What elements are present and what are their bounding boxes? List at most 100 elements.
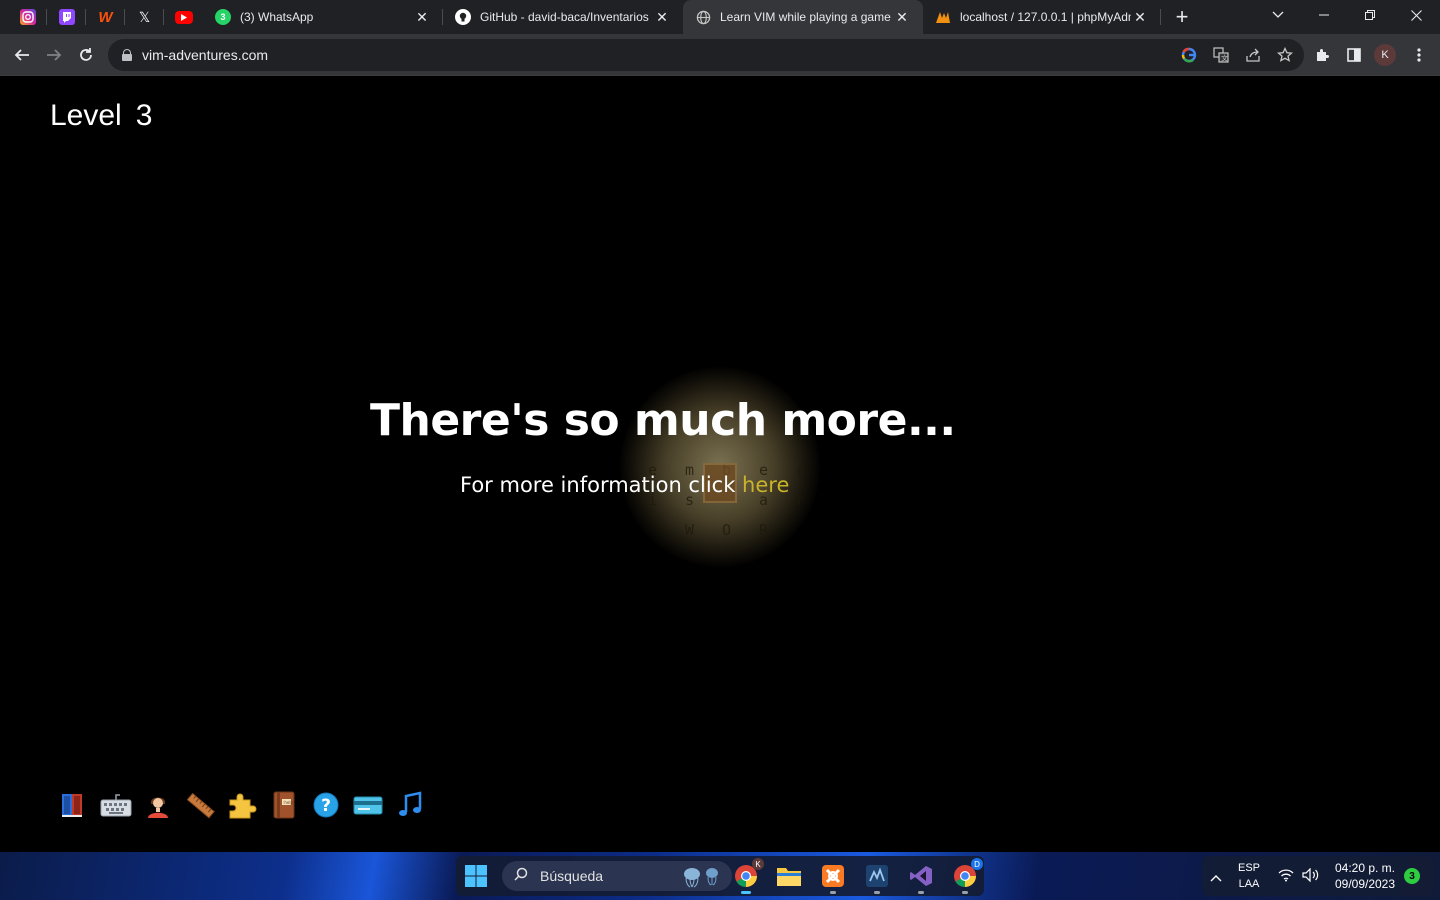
reload-button[interactable] <box>70 39 102 71</box>
visual-studio-icon[interactable] <box>907 862 935 894</box>
mysql-workbench-icon[interactable] <box>863 862 891 894</box>
music-icon[interactable] <box>394 789 426 821</box>
url-text[interactable]: vim-adventures.com <box>142 47 268 63</box>
profile-badge: D <box>971 858 983 870</box>
share-icon[interactable] <box>1242 44 1264 66</box>
person-icon[interactable] <box>142 789 174 821</box>
volume-icon[interactable] <box>1302 867 1320 887</box>
inventory-bar: :help ? <box>58 789 426 821</box>
pinned-tab-youtube[interactable] <box>164 0 203 34</box>
close-icon[interactable]: ✕ <box>1131 8 1149 26</box>
close-icon[interactable]: ✕ <box>653 8 671 26</box>
notification-badge[interactable]: 3 <box>1404 868 1420 884</box>
globe-icon <box>695 9 711 25</box>
game-page: Level3 e m b e r i s a r W O R There's s… <box>0 77 1440 852</box>
tab-strip: W 𝕏 3 (3) WhatsApp ✕ GitHub - david-baca… <box>0 0 1440 34</box>
menu-button[interactable] <box>1403 39 1435 71</box>
close-window-button[interactable] <box>1393 0 1439 30</box>
tab-vim-adventures[interactable]: Learn VIM while playing a game ✕ <box>683 0 923 34</box>
book-icon[interactable] <box>58 789 90 821</box>
language-indicator[interactable]: ESP LAA <box>1232 860 1266 892</box>
grid-cell: O <box>721 521 732 539</box>
puzzle-icon[interactable] <box>226 789 258 821</box>
side-panel-button[interactable] <box>1338 39 1370 71</box>
chrome-taskbar-k[interactable]: K <box>732 858 764 894</box>
language-top: ESP <box>1237 862 1260 874</box>
translate-icon[interactable]: 文 <box>1210 44 1232 66</box>
tab-title: localhost / 127.0.0.1 | phpMyAdm <box>960 10 1131 24</box>
pinned-tab-twitch[interactable] <box>47 0 86 34</box>
youtube-icon <box>174 10 193 24</box>
tab-title: GitHub - david-baca/Inventarios <box>480 10 649 24</box>
jellyfish-icon <box>678 864 724 893</box>
svg-text::help: :help <box>283 800 293 805</box>
extensions-button[interactable] <box>1306 39 1338 71</box>
help-icon[interactable]: ? <box>310 789 342 821</box>
card-icon[interactable] <box>352 789 384 821</box>
instagram-icon <box>19 9 36 25</box>
chevron-up-icon[interactable] <box>1210 869 1222 887</box>
tab-search-button[interactable] <box>1255 0 1301 30</box>
windows-taskbar: Búsqueda K D ESP LAA 04:20 p. m. 09/09/2… <box>0 852 1440 900</box>
close-icon[interactable]: ✕ <box>413 8 431 26</box>
level-indicator: Level 3 <box>50 99 166 133</box>
taskbar-apps: Búsqueda K D <box>456 856 984 896</box>
github-icon <box>455 9 471 25</box>
new-tab-button[interactable]: + <box>1170 4 1194 29</box>
clock-time: 04:20 p. m. <box>1334 861 1396 875</box>
browser-toolbar: vim-adventures.com 文 K <box>0 34 1440 76</box>
taskbar-search[interactable]: Búsqueda <box>502 861 732 891</box>
info-text: For more information click here <box>460 473 789 497</box>
grid-row: W O R <box>634 515 819 545</box>
wattpad-icon: W <box>98 8 113 26</box>
address-bar[interactable]: vim-adventures.com 文 <box>108 39 1304 71</box>
xampp-icon[interactable] <box>819 862 847 894</box>
pinned-tab-wattpad[interactable]: W <box>86 0 125 34</box>
forward-button[interactable] <box>38 39 70 71</box>
svg-text:?: ? <box>321 796 331 816</box>
language-bottom: LAA <box>1238 878 1260 890</box>
pinned-tab-instagram[interactable] <box>8 0 47 34</box>
bookmark-star-icon[interactable] <box>1274 44 1296 66</box>
start-button[interactable] <box>462 862 490 890</box>
level-number: 3 <box>135 99 153 132</box>
system-tray: ESP LAA 04:20 p. m. 09/09/2023 3 <box>1202 856 1434 896</box>
clock[interactable]: 04:20 p. m. 09/09/2023 <box>1330 860 1400 892</box>
grid-cell: R <box>758 521 769 539</box>
profile-avatar[interactable]: K <box>1374 44 1396 66</box>
search-placeholder: Búsqueda <box>540 868 604 884</box>
wifi-icon[interactable] <box>1278 868 1294 887</box>
file-explorer-icon[interactable] <box>775 862 803 890</box>
keyboard-icon[interactable] <box>100 789 132 821</box>
twitch-icon <box>58 9 75 25</box>
running-indicator <box>830 891 836 894</box>
minimize-button[interactable] <box>1301 0 1347 30</box>
close-icon[interactable]: ✕ <box>893 8 911 26</box>
tab-github[interactable]: GitHub - david-baca/Inventarios ✕ <box>443 0 683 34</box>
chrome-taskbar-d[interactable]: D <box>951 858 983 894</box>
restore-button[interactable] <box>1347 0 1393 30</box>
running-indicator <box>918 891 924 894</box>
tome-icon[interactable]: :help <box>268 789 300 821</box>
level-label: Level <box>50 99 122 132</box>
running-indicator <box>874 891 880 894</box>
pinned-tab-x[interactable]: 𝕏 <box>125 0 164 34</box>
back-button[interactable] <box>6 39 38 71</box>
tab-whatsapp[interactable]: 3 (3) WhatsApp ✕ <box>203 0 443 34</box>
ruler-icon[interactable] <box>184 789 216 821</box>
google-lens-icon[interactable] <box>1178 44 1200 66</box>
x-icon: 𝕏 <box>138 9 151 25</box>
grid-cell: W <box>684 521 695 539</box>
running-indicator <box>741 891 751 894</box>
phpmyadmin-icon <box>935 9 951 25</box>
search-icon <box>514 867 528 886</box>
headline: There's so much more... <box>370 395 956 446</box>
running-indicator <box>962 891 968 894</box>
whatsapp-icon: 3 <box>215 9 231 25</box>
tab-title: Learn VIM while playing a game <box>720 10 891 24</box>
lock-icon[interactable] <box>122 49 132 61</box>
clock-date: 09/09/2023 <box>1334 877 1396 891</box>
tab-title: (3) WhatsApp <box>240 10 314 24</box>
more-info-link[interactable]: here <box>742 473 789 497</box>
tab-phpmyadmin[interactable]: localhost / 127.0.0.1 | phpMyAdm ✕ <box>923 0 1161 34</box>
